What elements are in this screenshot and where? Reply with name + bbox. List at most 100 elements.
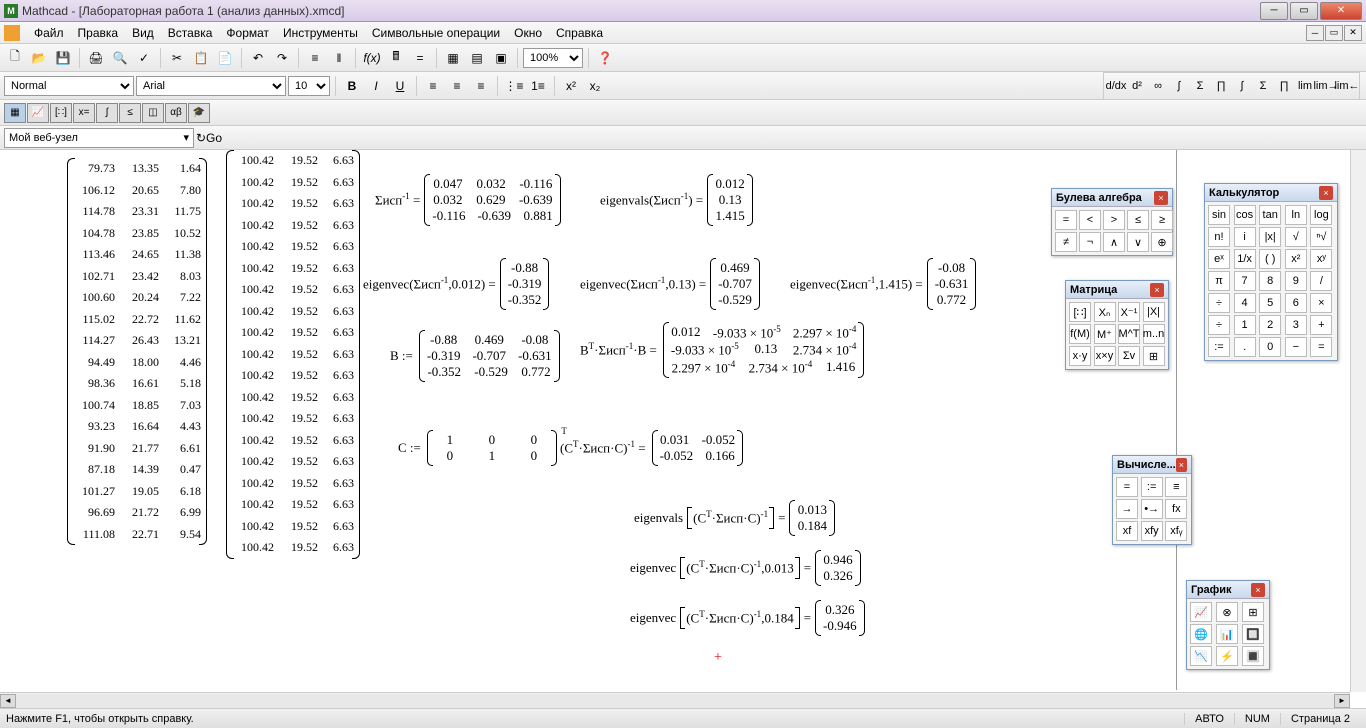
palette-btn[interactable]: xf <box>1116 521 1138 541</box>
menu-help[interactable]: Справка <box>550 24 609 42</box>
palette-btn[interactable]: xfᵧ <box>1165 521 1187 541</box>
comp2-button[interactable]: ▤ <box>466 47 488 69</box>
vertical-scrollbar[interactable] <box>1350 150 1366 692</box>
palette-btn[interactable]: ( ) <box>1259 249 1281 269</box>
palette-btn[interactable]: := <box>1208 337 1230 357</box>
palette-btn[interactable]: / <box>1310 271 1332 291</box>
sym-toggle[interactable]: 🎓 <box>188 103 210 123</box>
calc2-toggle[interactable]: ∫ <box>96 103 118 123</box>
close-icon[interactable]: × <box>1154 191 1168 205</box>
palette-btn[interactable]: := <box>1141 477 1163 497</box>
palette-btn[interactable]: |X| <box>1143 302 1165 322</box>
close-icon[interactable]: × <box>1176 458 1187 472</box>
palette-btn[interactable]: ∨ <box>1127 232 1149 252</box>
palette-btn[interactable]: 0 <box>1259 337 1281 357</box>
boolean-palette[interactable]: Булева алгебра× =<>≤≥≠¬∧∨⊕ <box>1051 188 1173 256</box>
menu-insert[interactable]: Вставка <box>162 24 219 42</box>
spell-button[interactable]: ✓ <box>133 47 155 69</box>
matrix-toggle[interactable]: [∷] <box>50 103 72 123</box>
undo-button[interactable]: ↶ <box>247 47 269 69</box>
unit-button[interactable]: 🖩 <box>385 47 407 69</box>
scroll-left[interactable]: ◄ <box>0 694 16 708</box>
open-button[interactable]: 📂 <box>28 47 50 69</box>
palette-btn[interactable]: |x| <box>1259 227 1281 247</box>
palette-btn[interactable]: ⊗ <box>1216 602 1238 622</box>
palette-btn[interactable]: 1/x <box>1234 249 1256 269</box>
bullets[interactable]: ⋮≡ <box>503 75 525 97</box>
menu-window[interactable]: Окно <box>508 24 548 42</box>
matrix-palette[interactable]: Матрица× [∷]XₙX⁻¹|X|f(M)M⁺M^Tm..nx·yx×yΣ… <box>1065 280 1169 370</box>
preview-button[interactable]: 🔍 <box>109 47 131 69</box>
prod2-icon[interactable]: ∏ <box>1274 76 1294 96</box>
palette-btn[interactable]: tan <box>1259 205 1281 225</box>
palette-btn[interactable]: ÷ <box>1208 293 1230 313</box>
comp-button[interactable]: ▦ <box>442 47 464 69</box>
palette-btn[interactable]: 🌐 <box>1190 624 1212 644</box>
palette-btn[interactable]: x·y <box>1069 346 1091 366</box>
palette-btn[interactable]: 1 <box>1234 315 1256 335</box>
palette-btn[interactable]: f(M) <box>1069 324 1091 344</box>
palette-btn[interactable]: xʸ <box>1310 249 1332 269</box>
align-center[interactable]: ≡ <box>446 75 468 97</box>
menu-view[interactable]: Вид <box>126 24 160 42</box>
help-button[interactable]: ❓ <box>594 47 616 69</box>
palette-btn[interactable]: − <box>1285 337 1307 357</box>
minimize-button[interactable]: ─ <box>1260 2 1288 20</box>
palette-btn[interactable]: × <box>1310 293 1332 313</box>
palette-btn[interactable]: ln <box>1285 205 1307 225</box>
palette-btn[interactable]: [∷] <box>1069 302 1091 322</box>
palette-btn[interactable]: X⁻¹ <box>1118 302 1140 322</box>
palette-btn[interactable]: ⊕ <box>1151 232 1173 252</box>
prod-icon[interactable]: ∏ <box>1211 76 1231 96</box>
palette-btn[interactable]: 9 <box>1285 271 1307 291</box>
palette-btn[interactable]: ≤ <box>1127 210 1149 230</box>
palette-btn[interactable]: 2 <box>1259 315 1281 335</box>
palette-btn[interactable]: log <box>1310 205 1332 225</box>
palette-btn[interactable]: = <box>1055 210 1077 230</box>
menu-file[interactable]: Файл <box>28 24 70 42</box>
palette-btn[interactable]: < <box>1079 210 1101 230</box>
palette-btn[interactable]: 5 <box>1259 293 1281 313</box>
palette-btn[interactable]: ⚡ <box>1216 646 1238 666</box>
palette-btn[interactable]: cos <box>1234 205 1256 225</box>
graph-toggle[interactable]: 📈 <box>27 103 49 123</box>
cut-button[interactable]: ✂ <box>166 47 188 69</box>
align-button[interactable]: ≡ <box>304 47 326 69</box>
close-icon[interactable]: × <box>1150 283 1164 297</box>
style-combo[interactable]: Normal <box>4 76 134 96</box>
superscript[interactable]: x² <box>560 75 582 97</box>
palette-btn[interactable]: ¬ <box>1079 232 1101 252</box>
palette-btn[interactable]: 6 <box>1285 293 1307 313</box>
mdi-min[interactable]: ─ <box>1306 25 1324 41</box>
close-icon[interactable]: × <box>1251 583 1265 597</box>
redo-button[interactable]: ↷ <box>271 47 293 69</box>
palette-btn[interactable]: sin <box>1208 205 1230 225</box>
calc-button[interactable]: = <box>409 47 431 69</box>
mdi-close[interactable]: ✕ <box>1344 25 1362 41</box>
subscript[interactable]: x₂ <box>584 75 606 97</box>
palette-btn[interactable]: x² <box>1285 249 1307 269</box>
palette-btn[interactable]: = <box>1116 477 1138 497</box>
web-combo[interactable]: Мой веб-узел▾ <box>4 128 194 148</box>
menu-edit[interactable]: Правка <box>72 24 125 42</box>
eval-palette[interactable]: Вычисле...× =:=≡→•→fxxfxfyxfᵧ <box>1112 455 1192 545</box>
lim-icon[interactable]: lim <box>1295 76 1315 96</box>
calculator-palette[interactable]: Калькулятор× sincostanlnlogn!i|x|√ⁿ√eˣ1/… <box>1204 183 1338 361</box>
palette-btn[interactable]: ⊞ <box>1143 346 1165 366</box>
sum-icon[interactable]: Σ <box>1190 76 1210 96</box>
palette-btn[interactable]: m..n <box>1143 324 1165 344</box>
maximize-button[interactable]: ▭ <box>1290 2 1318 20</box>
eval-toggle[interactable]: x= <box>73 103 95 123</box>
copy-button[interactable]: 📋 <box>190 47 212 69</box>
palette-btn[interactable]: i <box>1234 227 1256 247</box>
palette-btn[interactable]: xfy <box>1141 521 1163 541</box>
sum2-icon[interactable]: Σ <box>1253 76 1273 96</box>
palette-btn[interactable]: . <box>1234 337 1256 357</box>
zoom-combo[interactable]: 100% <box>523 48 583 68</box>
palette-btn[interactable]: •→ <box>1141 499 1163 519</box>
palette-btn[interactable]: 7 <box>1234 271 1256 291</box>
print-button[interactable]: 🖨 <box>85 47 107 69</box>
palette-btn[interactable]: 📊 <box>1216 624 1238 644</box>
palette-btn[interactable]: 🔲 <box>1242 624 1264 644</box>
palette-btn[interactable]: 📉 <box>1190 646 1212 666</box>
